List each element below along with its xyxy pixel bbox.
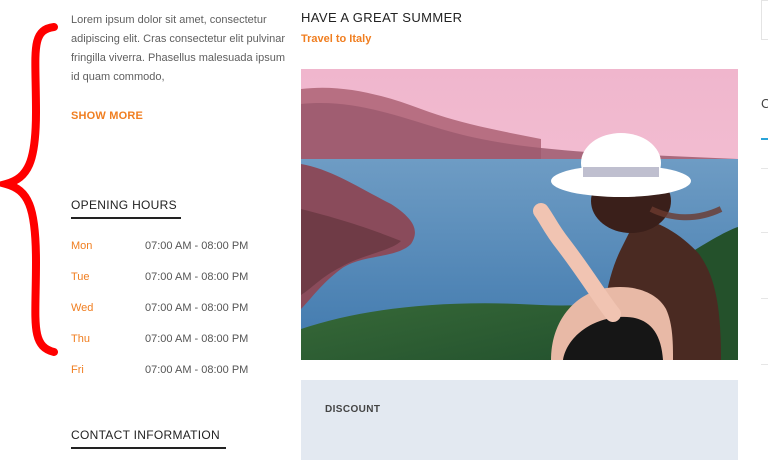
post-title[interactable]: HAVE A GREAT SUMMER xyxy=(301,10,462,25)
hours-day: Wed xyxy=(71,302,94,314)
hours-row: Mon 07:00 AM - 08:00 PM xyxy=(71,240,271,271)
hours-row: Tue 07:00 AM - 08:00 PM xyxy=(71,271,271,302)
opening-hours-title: OPENING HOURS xyxy=(71,198,177,212)
hero-photo xyxy=(301,69,738,360)
opening-hours-heading: OPENING HOURS xyxy=(71,198,181,219)
divider xyxy=(761,298,768,299)
show-more-link[interactable]: SHOW MORE xyxy=(71,110,143,122)
discount-panel: DISCOUNT xyxy=(301,380,738,460)
contact-information-title: CONTACT INFORMATION xyxy=(71,428,221,442)
contact-information-heading: CONTACT INFORMATION xyxy=(71,428,226,449)
hours-row: Thu 07:00 AM - 08:00 PM xyxy=(71,333,271,364)
hours-day: Fri xyxy=(71,364,84,376)
post-category-link[interactable]: Travel to Italy xyxy=(301,33,371,45)
right-sidebar: C xyxy=(761,0,768,448)
hours-day: Tue xyxy=(71,271,90,283)
divider xyxy=(761,232,768,233)
discount-label: DISCOUNT xyxy=(325,404,381,415)
hours-time: 07:00 AM - 08:00 PM xyxy=(145,240,249,252)
hours-time: 07:00 AM - 08:00 PM xyxy=(145,271,249,283)
divider xyxy=(761,168,768,169)
post-hero-image[interactable] xyxy=(301,69,738,360)
intro-text: Lorem ipsum dolor sit amet, consectetur … xyxy=(71,14,285,83)
tab-underline xyxy=(761,138,768,140)
hours-row: Wed 07:00 AM - 08:00 PM xyxy=(71,302,271,333)
hours-time: 07:00 AM - 08:00 PM xyxy=(145,302,249,314)
opening-hours-list: Mon 07:00 AM - 08:00 PM Tue 07:00 AM - 0… xyxy=(71,240,271,395)
hours-time: 07:00 AM - 08:00 PM xyxy=(145,364,249,376)
annotation-bracket xyxy=(0,23,58,356)
hours-row: Fri 07:00 AM - 08:00 PM xyxy=(71,364,271,395)
hours-time: 07:00 AM - 08:00 PM xyxy=(145,333,249,345)
hours-day: Thu xyxy=(71,333,90,345)
divider xyxy=(761,364,768,365)
hours-day: Mon xyxy=(71,240,93,252)
search-box[interactable] xyxy=(761,0,768,40)
right-heading-fragment: C xyxy=(761,96,768,111)
